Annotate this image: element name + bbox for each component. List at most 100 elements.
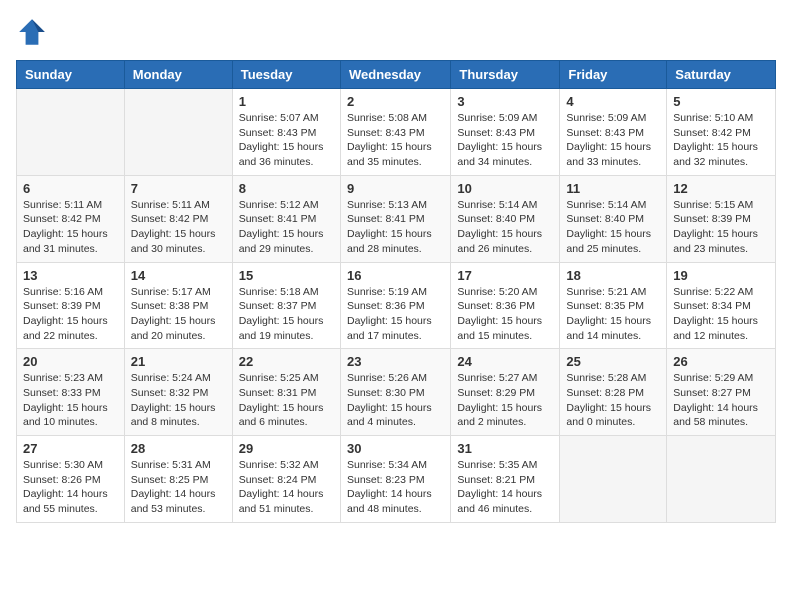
day-number: 15 [239,268,334,283]
day-number: 20 [23,354,118,369]
calendar-cell: 1 Sunrise: 5:07 AMSunset: 8:43 PMDaylight… [232,89,340,176]
day-info: Sunrise: 5:11 AMSunset: 8:42 PMDaylight:… [131,198,226,257]
day-info: Sunrise: 5:16 AMSunset: 8:39 PMDaylight:… [23,285,118,344]
day-number: 26 [673,354,769,369]
calendar-cell: 3 Sunrise: 5:09 AMSunset: 8:43 PMDaylight… [451,89,560,176]
day-info: Sunrise: 5:26 AMSunset: 8:30 PMDaylight:… [347,371,444,430]
day-info: Sunrise: 5:11 AMSunset: 8:42 PMDaylight:… [23,198,118,257]
calendar-cell: 13 Sunrise: 5:16 AMSunset: 8:39 PMDayligh… [17,262,125,349]
day-info: Sunrise: 5:27 AMSunset: 8:29 PMDaylight:… [457,371,553,430]
calendar-week-row: 6Sunrise: 5:11 AMSunset: 8:42 PMDaylight… [17,175,776,262]
calendar-cell: 14 Sunrise: 5:17 AMSunset: 8:38 PMDayligh… [124,262,232,349]
calendar-header-row: SundayMondayTuesdayWednesdayThursdayFrid… [17,61,776,89]
day-header-sunday: Sunday [17,61,125,89]
day-number: 25 [566,354,660,369]
day-info: Sunrise: 5:19 AMSunset: 8:36 PMDaylight:… [347,285,444,344]
calendar-cell: 12 Sunrise: 5:15 AMSunset: 8:39 PMDayligh… [667,175,776,262]
day-info: Sunrise: 5:09 AMSunset: 8:43 PMDaylight:… [566,111,660,170]
day-info: Sunrise: 5:08 AMSunset: 8:43 PMDaylight:… [347,111,444,170]
day-info: Sunrise: 5:15 AMSunset: 8:39 PMDaylight:… [673,198,769,257]
page-header [16,16,776,48]
day-info: Sunrise: 5:24 AMSunset: 8:32 PMDaylight:… [131,371,226,430]
calendar-cell [667,436,776,523]
calendar-cell: 6Sunrise: 5:11 AMSunset: 8:42 PMDaylight… [17,175,125,262]
logo-icon [16,16,48,48]
calendar-cell [124,89,232,176]
day-number: 12 [673,181,769,196]
calendar-cell: 24 Sunrise: 5:27 AMSunset: 8:29 PMDayligh… [451,349,560,436]
day-info: Sunrise: 5:29 AMSunset: 8:27 PMDaylight:… [673,371,769,430]
day-info: Sunrise: 5:32 AMSunset: 8:24 PMDaylight:… [239,458,334,517]
day-info: Sunrise: 5:18 AMSunset: 8:37 PMDaylight:… [239,285,334,344]
day-info: Sunrise: 5:12 AMSunset: 8:41 PMDaylight:… [239,198,334,257]
calendar-week-row: 13 Sunrise: 5:16 AMSunset: 8:39 PMDayligh… [17,262,776,349]
day-info: Sunrise: 5:22 AMSunset: 8:34 PMDaylight:… [673,285,769,344]
day-number: 16 [347,268,444,283]
day-info: Sunrise: 5:30 AMSunset: 8:26 PMDaylight:… [23,458,118,517]
calendar-cell: 27 Sunrise: 5:30 AMSunset: 8:26 PMDayligh… [17,436,125,523]
calendar-cell: 31 Sunrise: 5:35 AMSunset: 8:21 PMDayligh… [451,436,560,523]
day-number: 1 [239,94,334,109]
day-number: 14 [131,268,226,283]
day-info: Sunrise: 5:10 AMSunset: 8:42 PMDaylight:… [673,111,769,170]
calendar-cell: 22Sunrise: 5:25 AMSunset: 8:31 PMDayligh… [232,349,340,436]
calendar-cell: 10Sunrise: 5:14 AMSunset: 8:40 PMDayligh… [451,175,560,262]
day-header-monday: Monday [124,61,232,89]
calendar-cell: 19 Sunrise: 5:22 AMSunset: 8:34 PMDayligh… [667,262,776,349]
day-number: 27 [23,441,118,456]
calendar-cell: 28 Sunrise: 5:31 AMSunset: 8:25 PMDayligh… [124,436,232,523]
day-number: 4 [566,94,660,109]
logo [16,16,52,48]
day-info: Sunrise: 5:13 AMSunset: 8:41 PMDaylight:… [347,198,444,257]
day-number: 8 [239,181,334,196]
day-number: 7 [131,181,226,196]
calendar-cell: 16 Sunrise: 5:19 AMSunset: 8:36 PMDayligh… [340,262,450,349]
day-header-saturday: Saturday [667,61,776,89]
calendar-cell: 30 Sunrise: 5:34 AMSunset: 8:23 PMDayligh… [340,436,450,523]
day-info: Sunrise: 5:20 AMSunset: 8:36 PMDaylight:… [457,285,553,344]
calendar-cell: 25 Sunrise: 5:28 AMSunset: 8:28 PMDayligh… [560,349,667,436]
day-info: Sunrise: 5:14 AMSunset: 8:40 PMDaylight:… [566,198,660,257]
calendar-cell: 18Sunrise: 5:21 AMSunset: 8:35 PMDayligh… [560,262,667,349]
day-info: Sunrise: 5:17 AMSunset: 8:38 PMDaylight:… [131,285,226,344]
day-number: 29 [239,441,334,456]
day-number: 19 [673,268,769,283]
day-info: Sunrise: 5:31 AMSunset: 8:25 PMDaylight:… [131,458,226,517]
calendar-cell: 2 Sunrise: 5:08 AMSunset: 8:43 PMDaylight… [340,89,450,176]
calendar-cell: 8 Sunrise: 5:12 AMSunset: 8:41 PMDaylight… [232,175,340,262]
day-number: 13 [23,268,118,283]
calendar-cell: 26 Sunrise: 5:29 AMSunset: 8:27 PMDayligh… [667,349,776,436]
calendar-cell: 4 Sunrise: 5:09 AMSunset: 8:43 PMDaylight… [560,89,667,176]
calendar-cell: 23Sunrise: 5:26 AMSunset: 8:30 PMDayligh… [340,349,450,436]
day-header-thursday: Thursday [451,61,560,89]
day-header-tuesday: Tuesday [232,61,340,89]
day-number: 28 [131,441,226,456]
day-info: Sunrise: 5:23 AMSunset: 8:33 PMDaylight:… [23,371,118,430]
calendar-cell: 20 Sunrise: 5:23 AMSunset: 8:33 PMDayligh… [17,349,125,436]
calendar-table: SundayMondayTuesdayWednesdayThursdayFrid… [16,60,776,523]
day-number: 3 [457,94,553,109]
day-info: Sunrise: 5:34 AMSunset: 8:23 PMDaylight:… [347,458,444,517]
day-header-friday: Friday [560,61,667,89]
day-info: Sunrise: 5:25 AMSunset: 8:31 PMDaylight:… [239,371,334,430]
calendar-cell: 5Sunrise: 5:10 AMSunset: 8:42 PMDaylight… [667,89,776,176]
day-number: 30 [347,441,444,456]
day-number: 2 [347,94,444,109]
day-number: 31 [457,441,553,456]
calendar-cell: 11Sunrise: 5:14 AMSunset: 8:40 PMDayligh… [560,175,667,262]
day-number: 9 [347,181,444,196]
calendar-week-row: 20 Sunrise: 5:23 AMSunset: 8:33 PMDayligh… [17,349,776,436]
day-info: Sunrise: 5:09 AMSunset: 8:43 PMDaylight:… [457,111,553,170]
day-number: 17 [457,268,553,283]
day-number: 18 [566,268,660,283]
day-number: 21 [131,354,226,369]
day-number: 24 [457,354,553,369]
day-header-wednesday: Wednesday [340,61,450,89]
day-number: 10 [457,181,553,196]
day-info: Sunrise: 5:07 AMSunset: 8:43 PMDaylight:… [239,111,334,170]
day-info: Sunrise: 5:35 AMSunset: 8:21 PMDaylight:… [457,458,553,517]
day-info: Sunrise: 5:28 AMSunset: 8:28 PMDaylight:… [566,371,660,430]
calendar-cell: 9 Sunrise: 5:13 AMSunset: 8:41 PMDaylight… [340,175,450,262]
calendar-cell [17,89,125,176]
calendar-week-row: 27 Sunrise: 5:30 AMSunset: 8:26 PMDayligh… [17,436,776,523]
